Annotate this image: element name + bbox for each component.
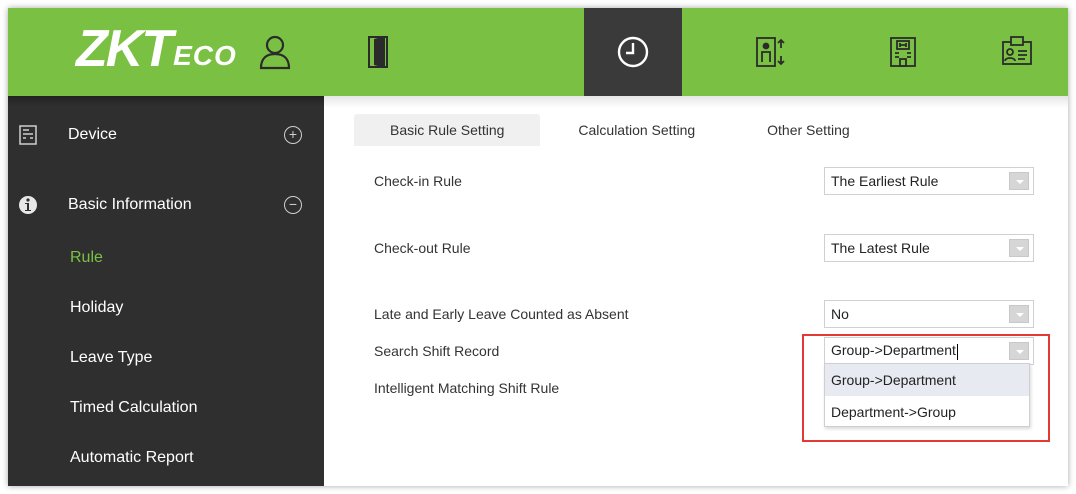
sidebar-item-label: Timed Calculation xyxy=(70,399,198,416)
sidebar-item-automatic-report[interactable]: Automatic Report xyxy=(8,438,324,478)
logo-text-main: ZKT xyxy=(76,20,173,78)
sidebar-item-timed-calculation[interactable]: Timed Calculation xyxy=(8,388,324,428)
tab-other-setting[interactable]: Other Setting xyxy=(737,114,880,146)
device-icon xyxy=(19,125,37,145)
select-value: Group->Department xyxy=(831,342,958,360)
dropdown-option[interactable]: Group->Department xyxy=(825,364,1029,396)
module-access-control[interactable] xyxy=(330,8,428,96)
text-caret xyxy=(956,343,958,360)
person-icon xyxy=(259,35,291,70)
module-hotel[interactable] xyxy=(854,8,952,96)
dropdown-arrow-icon[interactable] xyxy=(1009,342,1029,360)
module-elevator[interactable] xyxy=(722,8,820,96)
top-navigation-bar: ZKT ECO xyxy=(8,8,1068,96)
app-window: ZKT ECO Device + Basic Information − Rul… xyxy=(8,8,1068,486)
option-label: Department->Group xyxy=(831,404,956,420)
select-value: The Earliest Rule xyxy=(831,173,939,189)
sidebar-item-label: Holiday xyxy=(70,299,124,316)
select-value-text: Group->Department xyxy=(831,342,956,359)
settings-tabs: Basic Rule Setting Calculation Setting O… xyxy=(354,114,880,146)
sidebar-item-label: Leave Type xyxy=(70,349,153,366)
elevator-icon xyxy=(756,37,785,67)
tab-basic-rule-setting[interactable]: Basic Rule Setting xyxy=(354,114,541,146)
collapse-icon[interactable]: − xyxy=(284,196,302,214)
sidebar-item-rule[interactable]: Rule xyxy=(8,238,324,278)
content-shadow xyxy=(324,96,1068,108)
select-value: No xyxy=(831,306,849,322)
clock-icon xyxy=(617,36,649,68)
search-shift-dropdown-list: Group->Department Department->Group xyxy=(824,363,1030,427)
sidebar: Device + Basic Information − Rule Holida… xyxy=(8,96,324,486)
search-shift-record-label: Search Shift Record xyxy=(374,343,500,359)
zkteco-logo: ZKT ECO xyxy=(76,22,237,76)
sidebar-item-holiday[interactable]: Holiday xyxy=(8,288,324,328)
late-early-absent-label: Late and Early Leave Counted as Absent xyxy=(374,306,629,322)
checkout-rule-label: Check-out Rule xyxy=(374,240,471,256)
dropdown-arrow-icon[interactable] xyxy=(1009,172,1029,190)
main-content: Basic Rule Setting Calculation Setting O… xyxy=(324,96,1068,486)
checkin-rule-select[interactable]: The Earliest Rule xyxy=(824,167,1034,195)
module-attendance[interactable] xyxy=(584,8,682,96)
expand-icon[interactable]: + xyxy=(284,126,302,144)
sidebar-group-basic-information[interactable]: Basic Information − xyxy=(8,182,324,228)
tab-calculation-setting[interactable]: Calculation Setting xyxy=(548,114,725,146)
option-label: Group->Department xyxy=(831,372,956,388)
dropdown-arrow-icon[interactable] xyxy=(1009,305,1029,323)
building-icon xyxy=(890,37,916,67)
door-icon xyxy=(368,36,388,68)
checkin-rule-label: Check-in Rule xyxy=(374,173,462,189)
late-early-absent-select[interactable]: No xyxy=(824,300,1034,328)
search-shift-record-select[interactable]: Group->Department xyxy=(824,337,1034,365)
module-personnel[interactable] xyxy=(226,8,324,96)
select-value: The Latest Rule xyxy=(831,240,930,256)
intelligent-matching-label: Intelligent Matching Shift Rule xyxy=(374,380,560,396)
module-visitor[interactable] xyxy=(968,8,1066,96)
sidebar-item-label: Automatic Report xyxy=(70,449,194,466)
sidebar-group-label: Basic Information xyxy=(68,196,192,213)
dropdown-option[interactable]: Department->Group xyxy=(825,396,1029,428)
checkout-rule-select[interactable]: The Latest Rule xyxy=(824,234,1034,262)
sidebar-item-label: Rule xyxy=(70,249,103,266)
sidebar-group-device[interactable]: Device + xyxy=(8,112,324,158)
dropdown-arrow-icon[interactable] xyxy=(1009,239,1029,257)
id-card-icon xyxy=(1002,36,1032,65)
sidebar-item-leave-type[interactable]: Leave Type xyxy=(8,338,324,378)
sidebar-group-label: Device xyxy=(68,126,117,143)
info-icon xyxy=(19,196,37,214)
